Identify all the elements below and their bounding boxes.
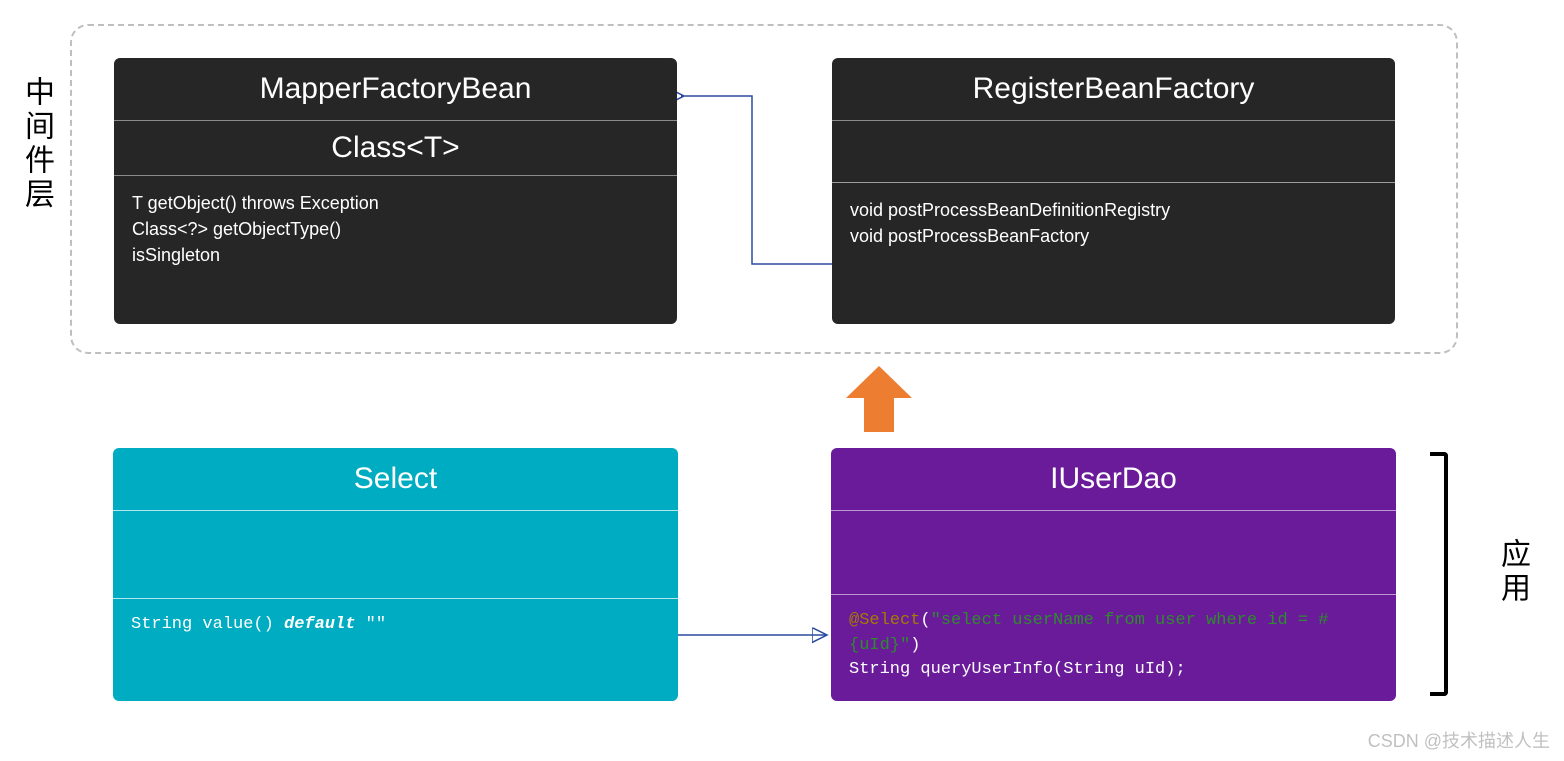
register-bean-factory-box: RegisterBeanFactory void postProcessBean… (832, 58, 1395, 324)
code-text: String value() (131, 615, 284, 634)
method-line: T getObject() throws Exception (132, 190, 659, 216)
mapper-factory-bean-body: T getObject() throws Exception Class<?> … (114, 176, 677, 324)
code-text: "" (355, 615, 386, 634)
orange-up-arrow-icon (840, 362, 918, 440)
middleware-layer-label: 中间件层 (14, 76, 58, 212)
code-keyword: default (284, 615, 355, 634)
select-title: Select (113, 448, 678, 511)
mapper-factory-bean-subtitle: Class<T> (114, 121, 677, 176)
mapper-factory-bean-title: MapperFactoryBean (114, 58, 677, 121)
select-empty (113, 511, 678, 599)
method-line: Class<?> getObjectType() (132, 216, 659, 242)
iuserdao-empty (831, 511, 1396, 595)
code-text: ( (920, 611, 930, 630)
iuserdao-title: IUserDao (831, 448, 1396, 511)
mapper-factory-bean-box: MapperFactoryBean Class<T> T getObject()… (114, 58, 677, 324)
select-body: String value() default "" (113, 599, 678, 701)
iuserdao-box: IUserDao @Select("select userName from u… (831, 448, 1396, 701)
arrow-register-to-mapper (677, 84, 832, 284)
code-line: String queryUserInfo(String uId); (849, 658, 1378, 683)
register-bean-factory-empty (832, 121, 1395, 183)
method-line: void postProcessBeanFactory (850, 223, 1377, 249)
application-layer-label: 应用 (1490, 538, 1534, 606)
code-text: ) (910, 636, 920, 655)
watermark: CSDN @技术描述人生 (1368, 727, 1550, 753)
iuserdao-body: @Select("select userName from user where… (831, 595, 1396, 701)
code-annotation: @Select (849, 611, 920, 630)
method-line: isSingleton (132, 242, 659, 268)
code-line: @Select("select userName from user where… (849, 609, 1378, 658)
select-box: Select String value() default "" (113, 448, 678, 701)
arrow-select-to-iuserdao (678, 625, 831, 645)
application-layer-bracket (1430, 452, 1448, 696)
method-line: void postProcessBeanDefinitionRegistry (850, 197, 1377, 223)
register-bean-factory-title: RegisterBeanFactory (832, 58, 1395, 121)
register-bean-factory-body: void postProcessBeanDefinitionRegistry v… (832, 183, 1395, 324)
